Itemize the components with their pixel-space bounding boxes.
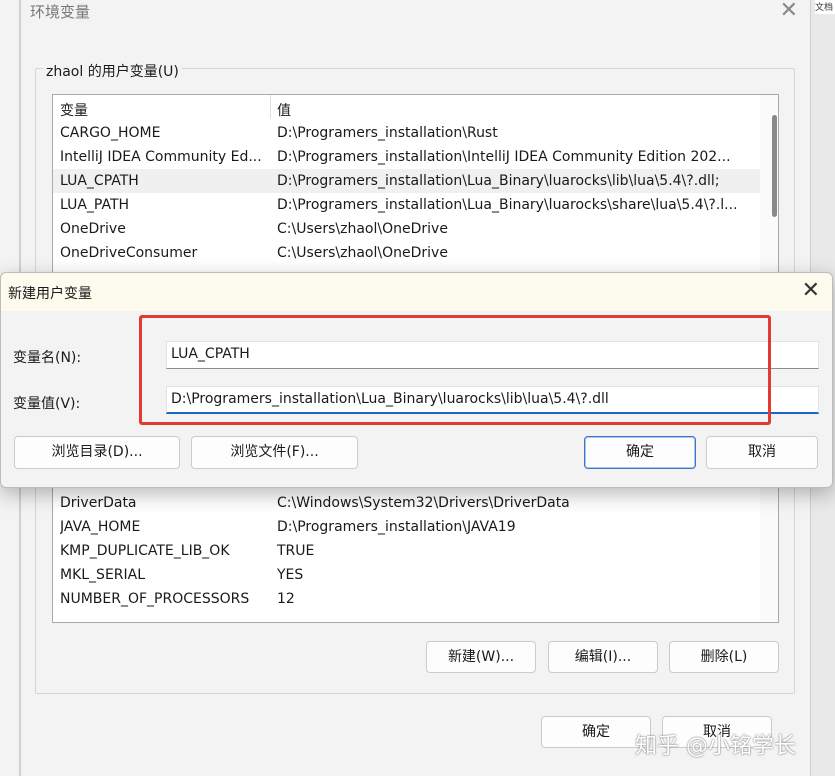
background-tab: 文档 — [815, 0, 835, 14]
dialog-titlebar[interactable]: 新建用户变量 ✕ — [1, 273, 832, 311]
list-header: 变量 值 — [53, 95, 778, 119]
highlight-annotation — [139, 315, 771, 425]
variable-name: OneDrive — [60, 221, 126, 237]
variable-name-label: 变量名(N): — [13, 350, 82, 366]
cancel-button[interactable]: 取消 — [706, 436, 818, 469]
ok-button[interactable]: 确定 — [584, 436, 696, 469]
column-header-value[interactable]: 值 — [277, 100, 291, 120]
list-item[interactable]: IntelliJ IDEA Community Ed... D:\Program… — [53, 145, 760, 169]
variable-name: CARGO_HOME — [60, 125, 161, 141]
list-item-selected[interactable]: LUA_CPATH D:\Programers_installation\Lua… — [53, 169, 760, 193]
variable-value: C:\Users\zhaol\OneDrive — [277, 221, 448, 237]
env-close-icon[interactable]: ✕ — [780, 0, 798, 22]
list-item[interactable]: NUMBER_OF_PROCESSORS 12 — [53, 587, 760, 611]
edit-variable-button[interactable]: 编辑(I)... — [548, 641, 658, 673]
variable-name: JAVA_HOME — [60, 519, 141, 535]
browse-directory-button[interactable]: 浏览目录(D)... — [14, 436, 180, 469]
column-header-name[interactable]: 变量 — [60, 100, 88, 120]
variable-name: KMP_DUPLICATE_LIB_OK — [60, 543, 230, 559]
list-item[interactable]: LUA_PATH D:\Programers_installation\Lua_… — [53, 193, 760, 217]
variable-value: D:\Programers_installation\JAVA19 — [277, 519, 516, 535]
scrollbar-thumb[interactable] — [772, 115, 777, 217]
variable-value: TRUE — [277, 543, 315, 559]
env-dialog-title: 环境变量 — [30, 3, 91, 21]
list-item[interactable]: OneDrive C:\Users\zhaol\OneDrive — [53, 217, 760, 241]
column-divider[interactable] — [270, 95, 271, 119]
user-variables-group-label: zhaol 的用户变量(U) — [43, 61, 182, 81]
new-user-variable-dialog: 新建用户变量 ✕ 变量名(N): LUA_CPATH 变量值(V): D:\Pr… — [0, 272, 833, 488]
watermark: 知乎 @小铭学长 — [635, 734, 796, 759]
list-item[interactable]: MKL_SERIAL YES — [53, 563, 760, 587]
variable-name: LUA_PATH — [60, 197, 130, 213]
variable-value: C:\Windows\System32\Drivers\DriverData — [277, 495, 570, 511]
variable-value: D:\Programers_installation\Lua_Binary\lu… — [277, 197, 738, 213]
close-icon[interactable]: ✕ — [802, 279, 820, 303]
variable-value: D:\Programers_installation\Lua_Binary\lu… — [277, 173, 720, 189]
dialog-title: 新建用户变量 — [8, 286, 92, 302]
list-item[interactable]: OneDriveConsumer C:\Users\zhaol\OneDrive — [53, 241, 760, 265]
variable-name: MKL_SERIAL — [60, 567, 146, 583]
delete-variable-button[interactable]: 删除(L) — [669, 641, 779, 673]
list-item[interactable]: CARGO_HOME D:\Programers_installation\Ru… — [53, 121, 760, 145]
variable-value-label: 变量值(V): — [13, 396, 81, 412]
variable-name: OneDriveConsumer — [60, 245, 198, 261]
variable-value: 12 — [277, 591, 295, 607]
variable-name: DriverData — [60, 495, 137, 511]
list-item[interactable]: DriverData C:\Windows\System32\Drivers\D… — [53, 491, 760, 515]
browse-file-button[interactable]: 浏览文件(F)... — [191, 436, 358, 469]
variable-value: C:\Users\zhaol\OneDrive — [277, 245, 448, 261]
variable-value: D:\Programers_installation\IntelliJ IDEA… — [277, 149, 731, 165]
variable-name: LUA_CPATH — [60, 173, 139, 189]
list-item[interactable]: KMP_DUPLICATE_LIB_OK TRUE — [53, 539, 760, 563]
list-item[interactable]: JAVA_HOME D:\Programers_installation\JAV… — [53, 515, 760, 539]
variable-value: YES — [277, 567, 304, 583]
new-variable-button[interactable]: 新建(W)... — [426, 641, 536, 673]
variable-value: D:\Programers_installation\Rust — [277, 125, 498, 141]
variable-name: NUMBER_OF_PROCESSORS — [60, 591, 250, 607]
variable-name: IntelliJ IDEA Community Ed... — [60, 149, 262, 165]
